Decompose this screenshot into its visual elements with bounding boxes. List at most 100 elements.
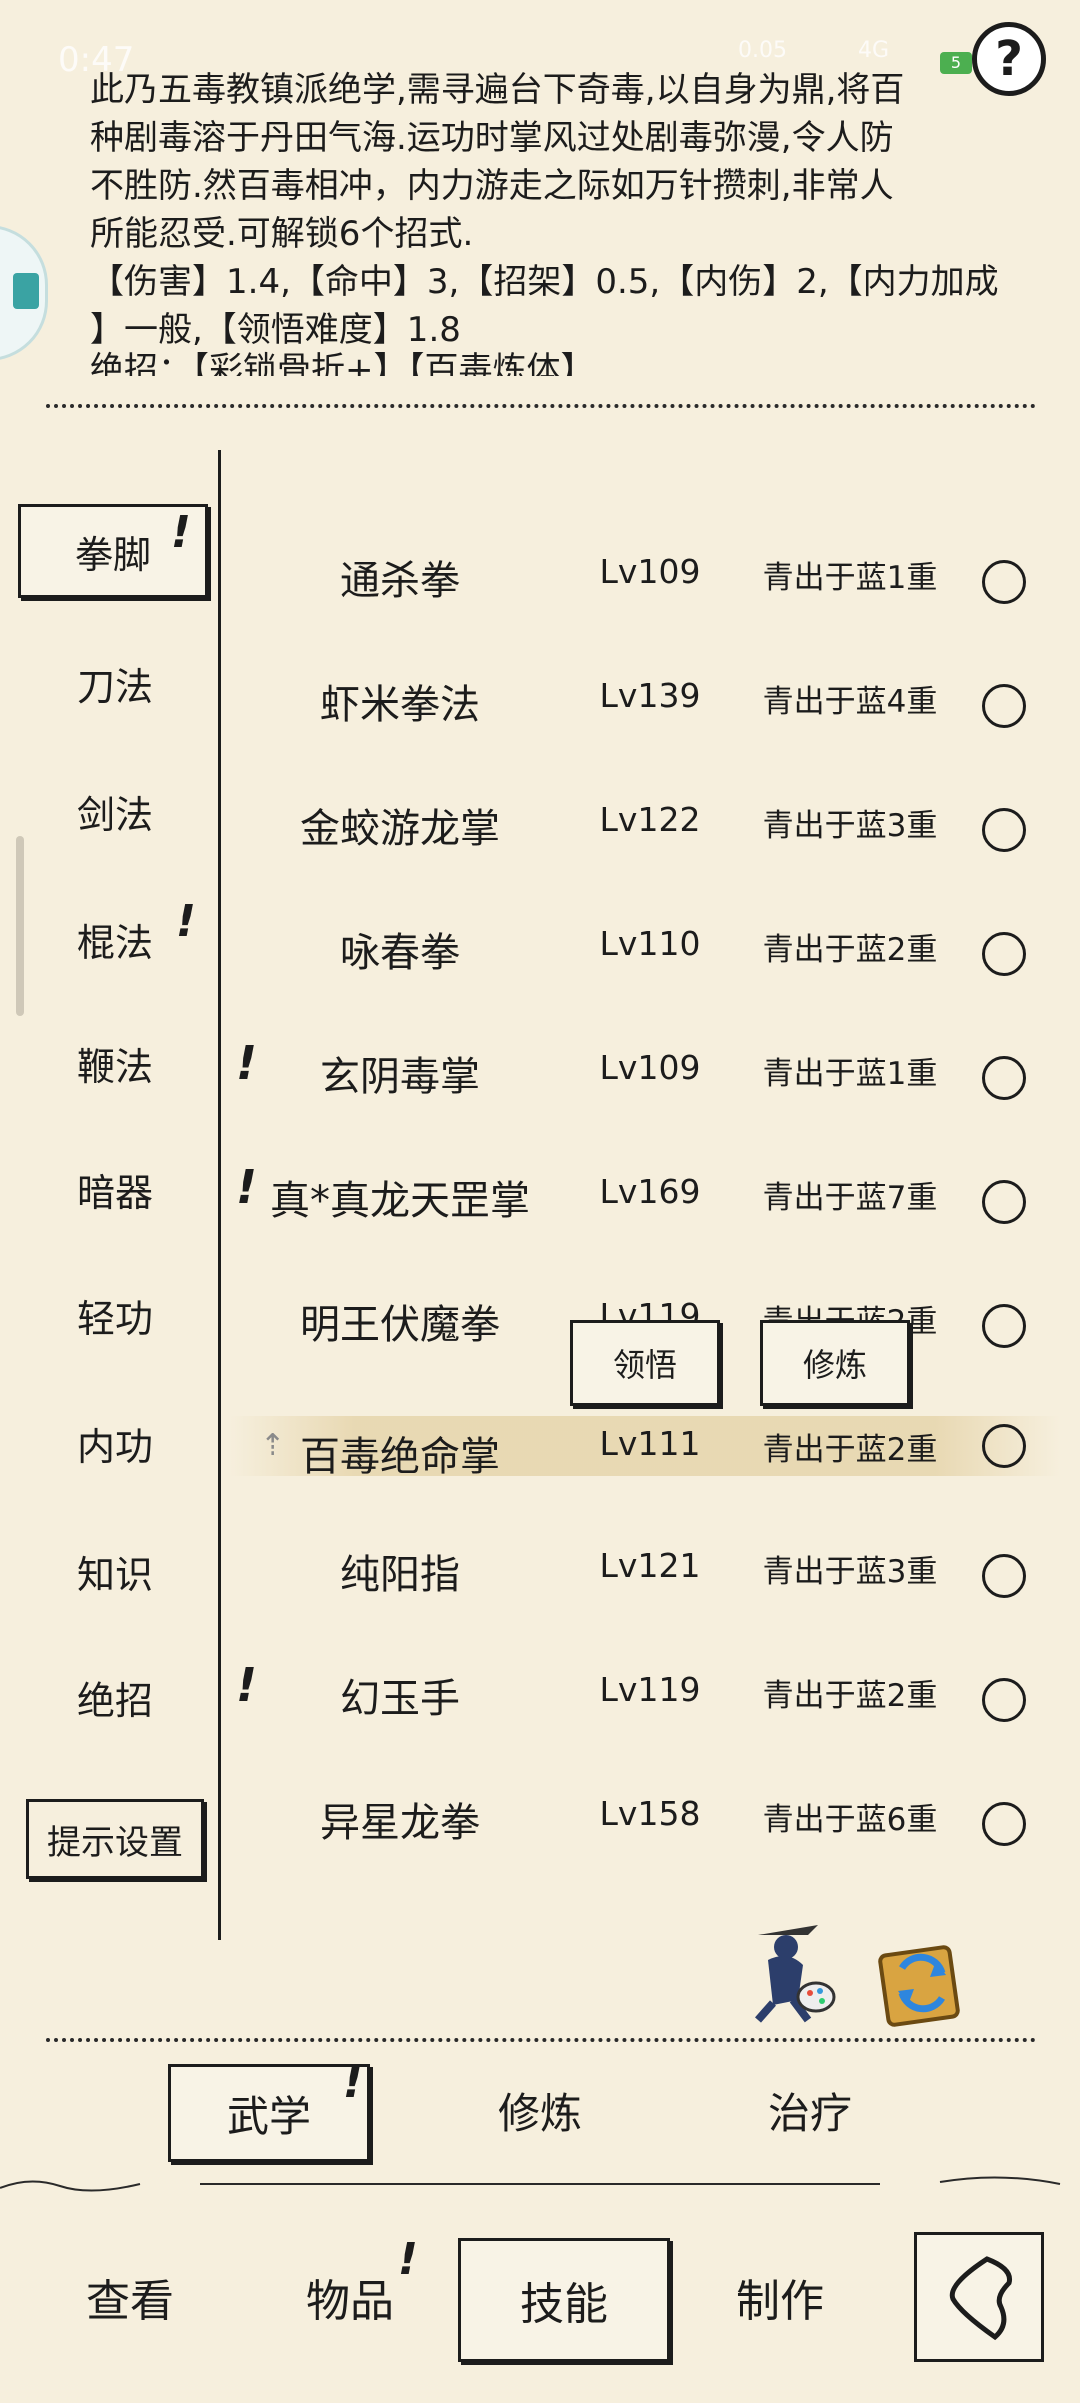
skill-level: Lv139	[599, 676, 701, 715]
skill-name: 异星龙拳	[320, 1800, 480, 1846]
skill-name: 虾米拳法	[320, 682, 480, 728]
description-line: 【伤害】1.4,【命中】3,【招架】0.5,【内伤】2,【内力加成	[90, 262, 999, 302]
subtab-item[interactable]: 修炼	[470, 2064, 610, 2156]
skill-level: Lv110	[599, 924, 701, 963]
skill-row[interactable]: 咏春拳 Lv110 青出于蓝2重	[230, 886, 1060, 1010]
category-label: 轻功	[76, 1296, 153, 1341]
subtab-label: 修炼	[497, 2088, 582, 2138]
category-item[interactable]: 内功	[20, 1400, 210, 1486]
back-button[interactable]	[914, 2232, 1044, 2362]
skill-select-radio[interactable]	[982, 684, 1026, 728]
nav-item[interactable]: 技能	[458, 2238, 670, 2362]
skill-row[interactable]: ! 玄阴毒掌 Lv109 青出于蓝1重	[230, 1010, 1060, 1134]
skill-rank: 青出于蓝7重	[762, 1180, 938, 1216]
description-line: 不胜防.然百毒相冲，内力游走之际如万针攒刺,非常人	[90, 166, 894, 206]
alert-mark: !	[397, 2234, 418, 2285]
category-item[interactable]: 知识	[20, 1528, 210, 1614]
category-item[interactable]: 拳脚!	[18, 504, 208, 598]
category-item[interactable]: 棍法!	[20, 896, 210, 982]
skill-rank: 青出于蓝4重	[762, 684, 938, 720]
skill-select-radio[interactable]	[982, 560, 1026, 604]
category-item[interactable]: 剑法	[20, 768, 210, 854]
sub-tabs: 武学! 修炼 治疗	[0, 2050, 1080, 2162]
alert-mark: !	[342, 2057, 363, 2108]
skill-row[interactable]: 金蛟游龙掌 Lv122 青出于蓝3重	[230, 762, 1060, 886]
ninja-palette-icon[interactable]	[738, 1915, 838, 2025]
status-bar: 0:47 0.05 4G 5	[0, 0, 1080, 80]
skill-select-radio[interactable]	[982, 1056, 1026, 1100]
skill-row[interactable]: 通杀拳 Lv109 青出于蓝1重	[230, 514, 1060, 638]
skill-select-radio[interactable]	[982, 1304, 1026, 1348]
decorative-divider	[0, 2176, 1061, 2192]
alert-mark: !	[175, 896, 196, 947]
skill-level: Lv122	[599, 800, 701, 839]
skill-level: Lv109	[599, 1048, 701, 1087]
nav-item[interactable]: 制作	[710, 2238, 850, 2356]
category-item[interactable]: 绝招	[20, 1654, 210, 1740]
back-icon	[949, 2256, 1013, 2341]
subtab-item[interactable]: 治疗	[740, 2064, 880, 2156]
skill-row[interactable]: 纯阳指 Lv121 青出于蓝3重	[230, 1508, 1060, 1632]
skill-select-radio[interactable]	[982, 1678, 1026, 1722]
skill-description: 此乃五毒教镇派绝学,需寻遍台下奇毒,以自身为鼎,将百 种剧毒溶于丹田气海.运功时…	[90, 66, 1020, 376]
skill-rank: 青出于蓝2重	[762, 932, 938, 968]
practice-button[interactable]: 修炼	[760, 1320, 910, 1406]
nav-label: 物品	[306, 2276, 394, 2327]
skill-level: Lv158	[599, 1794, 701, 1833]
nav-label: 制作	[736, 2276, 824, 2327]
comprehend-button[interactable]: 领悟	[570, 1320, 720, 1406]
category-item[interactable]: 刀法	[20, 640, 210, 726]
skill-name: 金蛟游龙掌	[300, 806, 500, 852]
skill-rank: 青出于蓝1重	[762, 1056, 938, 1092]
skill-name: 百毒绝命掌	[300, 1434, 500, 1480]
nav-item[interactable]: 物品!	[280, 2234, 420, 2356]
nav-label: 查看	[86, 2276, 174, 2327]
skill-name: 咏春拳	[340, 930, 460, 976]
category-item[interactable]: 暗器	[20, 1146, 210, 1232]
category-label: 鞭法	[76, 1044, 153, 1089]
subtab-item[interactable]: 武学!	[168, 2057, 370, 2162]
description-line: 绝招：【彩锁骨折+】【百毒炼体】	[90, 350, 595, 376]
skill-name: 幻玉手	[340, 1676, 460, 1722]
skill-row[interactable]: ! 真*真龙天罡掌 Lv169 青出于蓝7重	[230, 1134, 1060, 1258]
nav-label: 技能	[520, 2279, 608, 2330]
skill-name: 真*真龙天罡掌	[270, 1178, 530, 1224]
divider	[46, 2038, 1036, 2042]
subtab-label: 武学	[226, 2091, 311, 2141]
skill-select-radio[interactable]	[982, 1424, 1026, 1468]
alert-mark: !	[170, 507, 191, 558]
skill-rank: 青出于蓝3重	[762, 808, 938, 844]
skill-row[interactable]: 如来神掌Lv119青出于蓝2重	[230, 450, 1060, 474]
skill-name: 明王伏魔拳	[300, 1302, 500, 1348]
subtab-label: 治疗	[767, 2088, 852, 2138]
category-item[interactable]: 鞭法	[20, 1020, 210, 1106]
category-item[interactable]: 轻功	[20, 1272, 210, 1358]
skill-select-radio[interactable]	[982, 1802, 1026, 1846]
floating-assistant-icon[interactable]	[0, 225, 48, 361]
skill-row[interactable]: 虾米拳法 Lv139 青出于蓝4重	[230, 638, 1060, 762]
skill-row[interactable]: ! 幻玉手 Lv119 青出于蓝2重	[230, 1632, 1060, 1756]
category-label: 知识	[76, 1552, 153, 1597]
skill-name: 通杀拳	[340, 558, 460, 604]
skill-select-radio[interactable]	[982, 808, 1026, 852]
skill-row[interactable]: ⇡ 百毒绝命掌 Lv111 青出于蓝2重	[230, 1416, 1060, 1480]
description-line: 所能忍受.可解锁6个招式.	[90, 214, 474, 254]
skill-rank: 青出于蓝2重	[762, 1432, 938, 1468]
category-label: 刀法	[76, 664, 153, 709]
category-label: 棍法	[76, 920, 153, 965]
skill-level: Lv119	[599, 1670, 701, 1709]
skill-list[interactable]: 如来神掌Lv119青出于蓝2重通杀拳Lv109青出于蓝1重虾米拳法Lv139青出…	[230, 450, 1060, 1930]
skill-rank: 青出于蓝3重	[762, 1554, 938, 1590]
skill-level: Lv169	[599, 1172, 701, 1211]
divider	[46, 404, 1036, 408]
nav-item[interactable]: 查看	[60, 2238, 200, 2356]
hint-settings-button[interactable]: 提示设置	[26, 1799, 204, 1879]
skill-row[interactable]: 异星龙拳 Lv158 青出于蓝6重	[230, 1756, 1060, 1880]
skill-select-radio[interactable]	[982, 932, 1026, 976]
skill-rank: 青出于蓝1重	[762, 560, 938, 596]
scroll-swap-icon[interactable]	[872, 1928, 972, 2038]
category-label: 拳脚	[74, 532, 151, 577]
skill-select-radio[interactable]	[982, 1554, 1026, 1598]
sidebar-divider	[218, 450, 221, 1940]
skill-select-radio[interactable]	[982, 1180, 1026, 1224]
